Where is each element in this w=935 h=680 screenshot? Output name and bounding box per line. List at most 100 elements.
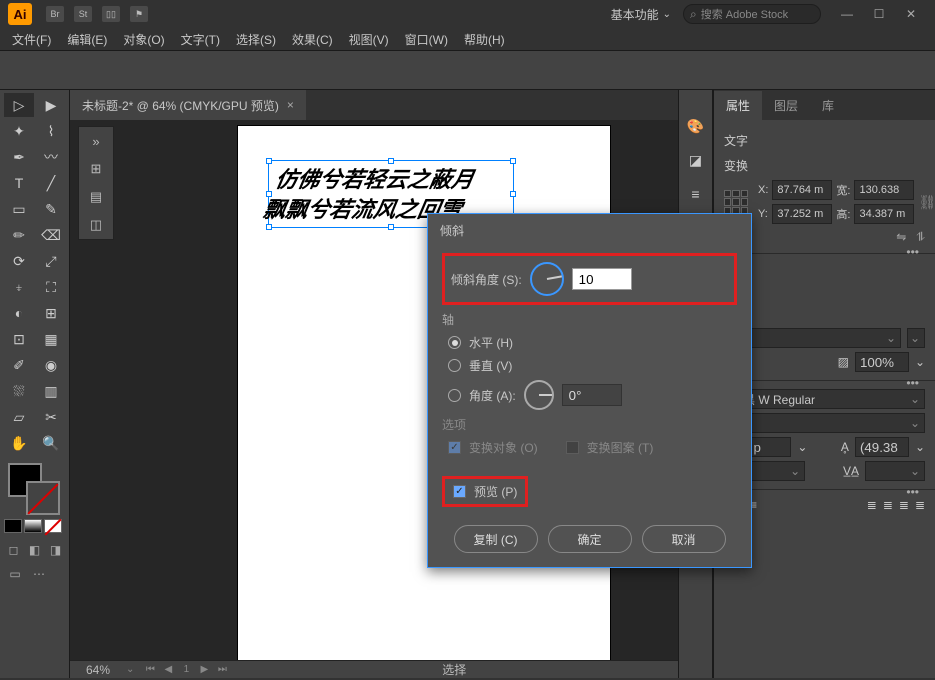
pen-tool[interactable]: ✒ [4, 145, 34, 169]
tab-layers[interactable]: 图层 [762, 91, 810, 120]
swatches-panel-icon[interactable]: ◪ [686, 150, 706, 170]
x-input[interactable] [772, 180, 832, 200]
scale-tool[interactable]: ⤢ [36, 249, 66, 273]
copy-button[interactable]: 复制 (C) [454, 525, 538, 553]
shape-builder-tool[interactable]: ◐ [4, 301, 34, 325]
chevron-down-icon[interactable]: ⌄ [915, 440, 925, 454]
justify-icon2[interactable]: ≣ [883, 498, 893, 512]
draw-normal-icon[interactable]: ◻ [4, 541, 23, 559]
prev-artboard-button[interactable]: ◀ [160, 663, 176, 677]
artboard-number[interactable]: 1 [178, 663, 194, 677]
document-tab[interactable]: 未标题-2* @ 64% (CMYK/GPU 预览) × [70, 90, 306, 120]
cancel-button[interactable]: 取消 [642, 525, 726, 553]
color-mode-icon[interactable] [4, 519, 22, 533]
window-minimize-button[interactable]: — [831, 4, 863, 24]
align-panel-icon[interactable]: ⊞ [85, 159, 107, 179]
axis-angle-radio[interactable]: 角度 (A): [448, 380, 737, 410]
menu-effect[interactable]: 效果(C) [292, 31, 333, 48]
menu-help[interactable]: 帮助(H) [464, 31, 505, 48]
lasso-tool[interactable]: ⌇ [36, 119, 66, 143]
draw-inside-icon[interactable]: ◨ [46, 541, 65, 559]
chevron-down-icon[interactable]: ⌄ [126, 664, 134, 675]
shaper-tool[interactable]: ✏ [4, 223, 34, 247]
gpu-icon[interactable]: ⚑ [130, 6, 148, 22]
stock-icon[interactable]: St [74, 6, 92, 22]
line-tool[interactable]: ╱ [36, 171, 66, 195]
h-input[interactable] [854, 204, 914, 224]
zoom-tool[interactable]: 🔍 [36, 431, 66, 455]
font-family-dropdown[interactable]: 酷黑 W Regular [724, 389, 925, 409]
symbol-sprayer-tool[interactable]: ⛆ [4, 379, 34, 403]
menu-select[interactable]: 选择(S) [236, 31, 276, 48]
free-transform-tool[interactable]: ⛶ [36, 275, 66, 299]
tab-libraries[interactable]: 库 [810, 91, 846, 120]
none-mode-icon[interactable] [44, 519, 62, 533]
close-icon[interactable]: × [287, 98, 294, 112]
eraser-tool[interactable]: ⌫ [36, 223, 66, 247]
stroke-panel-icon[interactable]: ≡ [686, 184, 706, 204]
axis-vertical-radio[interactable]: 垂直 (V) [448, 357, 737, 374]
justify-icon3[interactable]: ≣ [899, 498, 909, 512]
axis-angle-input[interactable] [562, 384, 622, 406]
draw-behind-icon[interactable]: ◧ [25, 541, 44, 559]
kerning-dropdown[interactable] [745, 461, 805, 481]
type-tool[interactable]: T [4, 171, 34, 195]
expand-panel-icon[interactable]: » [85, 131, 107, 151]
menu-view[interactable]: 视图(V) [349, 31, 389, 48]
selection-tool[interactable]: ▷ [4, 93, 34, 117]
tracking-dropdown[interactable] [865, 461, 925, 481]
tab-properties[interactable]: 属性 [714, 91, 762, 120]
link-wh-icon[interactable]: ⛓ [918, 194, 935, 211]
perspective-tool[interactable]: ⊞ [36, 301, 66, 325]
justify-icon[interactable]: ≣ [867, 498, 877, 512]
rectangle-tool[interactable]: ▭ [4, 197, 34, 221]
magic-wand-tool[interactable]: ✦ [4, 119, 34, 143]
flip-v-icon[interactable]: ⥮ [916, 230, 925, 245]
fill-stroke-swatches[interactable] [4, 461, 65, 517]
artboard-tool[interactable]: ▱ [4, 405, 34, 429]
window-close-button[interactable]: ✕ [895, 4, 927, 24]
bridge-icon[interactable]: Br [46, 6, 64, 22]
direct-selection-tool[interactable]: ▶ [36, 93, 66, 117]
appearance-more-icon[interactable]: ••• [906, 376, 919, 390]
axis-angle-dial[interactable] [524, 380, 554, 410]
axis-horizontal-radio[interactable]: 水平 (H) [448, 334, 737, 351]
ok-button[interactable]: 确定 [548, 525, 632, 553]
stock-search-input[interactable]: ⌕ 搜索 Adobe Stock [683, 4, 821, 24]
flip-h-icon[interactable]: ⇋ [896, 230, 906, 245]
edit-toolbar-icon[interactable]: ⋯ [28, 565, 50, 583]
preview-checkbox[interactable]: ✓ [453, 485, 466, 498]
menu-type[interactable]: 文字(T) [181, 31, 220, 48]
font-style-dropdown[interactable] [724, 413, 925, 433]
last-artboard-button[interactable]: ⏭ [214, 663, 230, 677]
menu-edit[interactable]: 编辑(E) [67, 31, 107, 48]
y-input[interactable] [772, 204, 832, 224]
first-artboard-button[interactable]: ⏮ [142, 663, 158, 677]
zoom-level[interactable]: 64% [70, 663, 126, 677]
character-more-icon[interactable]: ••• [906, 485, 919, 499]
chevron-down-icon[interactable]: ⌄ [797, 440, 807, 454]
width-tool[interactable]: ⍖ [4, 275, 34, 299]
chevron-down-icon[interactable]: ⌄ [915, 355, 925, 369]
artwork-text-line1[interactable]: 仿佛兮若轻云之蔽月 [273, 162, 477, 194]
graph-tool[interactable]: ▥ [36, 379, 66, 403]
menu-file[interactable]: 文件(F) [12, 31, 51, 48]
color-panel-icon[interactable]: 🎨 [686, 116, 706, 136]
reference-point-widget[interactable] [724, 190, 748, 214]
slice-tool[interactable]: ✂ [36, 405, 66, 429]
menu-window[interactable]: 窗口(W) [405, 31, 448, 48]
hand-tool[interactable]: ✋ [4, 431, 34, 455]
stroke-swatch[interactable] [26, 481, 60, 515]
mesh-tool[interactable]: ⊡ [4, 327, 34, 351]
arrange-icon[interactable]: ▯▯ [102, 6, 120, 22]
next-artboard-button[interactable]: ▶ [196, 663, 212, 677]
transform-more-icon[interactable]: ••• [906, 245, 919, 259]
menu-object[interactable]: 对象(O) [123, 31, 164, 48]
blend-tool[interactable]: ◉ [36, 353, 66, 377]
opacity-input[interactable] [855, 352, 909, 372]
workspace-switcher[interactable]: 基本功能 ⌄ [611, 6, 671, 23]
gradient-mode-icon[interactable] [24, 519, 42, 533]
rotate-tool[interactable]: ⟳ [4, 249, 34, 273]
curvature-tool[interactable]: 〰 [36, 145, 66, 169]
justify-all-icon[interactable]: ≣ [915, 498, 925, 512]
